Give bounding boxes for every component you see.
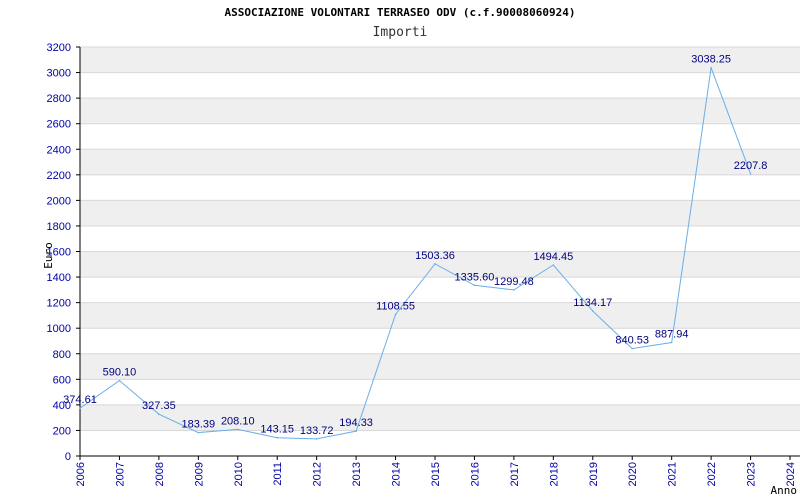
data-point bbox=[631, 347, 634, 350]
x-tick-label: 2016 bbox=[469, 462, 481, 486]
data-label: 143.15 bbox=[260, 424, 294, 436]
y-tick-label: 1400 bbox=[47, 272, 71, 284]
data-point bbox=[118, 379, 121, 382]
data-label: 1335.60 bbox=[455, 271, 495, 283]
plot-band bbox=[80, 149, 800, 175]
data-point bbox=[710, 66, 712, 69]
data-label: 1134.17 bbox=[573, 297, 612, 309]
data-point bbox=[236, 428, 239, 431]
x-tick-label: 2014 bbox=[391, 462, 403, 486]
y-tick-label: 1800 bbox=[47, 221, 71, 233]
y-tick-label: 2800 bbox=[47, 93, 71, 105]
x-tick-label: 2023 bbox=[746, 462, 758, 486]
x-tick-label: 2019 bbox=[588, 462, 600, 486]
plot-band bbox=[80, 353, 800, 380]
y-tick-label: 600 bbox=[53, 374, 71, 386]
y-tick-label: 200 bbox=[53, 425, 71, 437]
data-label: 183.39 bbox=[182, 419, 216, 431]
x-tick-label: 2022 bbox=[706, 462, 718, 486]
data-point bbox=[394, 313, 397, 316]
x-axis-label: Anno bbox=[771, 484, 798, 497]
x-tick-label: 2006 bbox=[75, 462, 87, 486]
x-tick-label: 2013 bbox=[351, 462, 363, 486]
y-tick-label: 3200 bbox=[47, 42, 71, 54]
data-point bbox=[197, 431, 200, 434]
data-label: 194.33 bbox=[339, 417, 373, 429]
data-label: 3038.25 bbox=[691, 54, 731, 66]
x-tick-label: 2015 bbox=[430, 462, 442, 486]
data-label: 1299.48 bbox=[494, 276, 534, 288]
data-label: 133.72 bbox=[300, 425, 334, 437]
x-tick-label: 2012 bbox=[312, 462, 324, 486]
x-tick-label: 2024 bbox=[785, 462, 797, 486]
data-label: 208.10 bbox=[221, 415, 255, 427]
y-tick-label: 2600 bbox=[47, 119, 71, 131]
x-tick-label: 2010 bbox=[233, 462, 245, 486]
y-tick-label: 2000 bbox=[47, 195, 71, 207]
y-tick-label: 0 bbox=[65, 451, 71, 463]
data-label: 1503.36 bbox=[415, 250, 455, 262]
x-tick-label: 2018 bbox=[548, 462, 560, 486]
plot-band bbox=[80, 302, 800, 329]
data-point bbox=[276, 436, 279, 439]
data-point bbox=[513, 289, 515, 291]
data-point bbox=[473, 284, 476, 287]
x-tick-labels: 2006 2007 2008 2009 2010 2011 2012 2013 2014 2015… bbox=[75, 456, 797, 486]
x-tick-label: 2011 bbox=[272, 462, 284, 486]
y-tick-label: 2200 bbox=[47, 170, 71, 182]
data-point bbox=[749, 173, 752, 175]
data-label: 590.10 bbox=[103, 367, 137, 379]
data-label: 840.53 bbox=[615, 335, 649, 347]
x-tick-label: 2021 bbox=[667, 462, 679, 486]
data-label: 887.94 bbox=[655, 329, 689, 341]
data-point bbox=[591, 310, 594, 312]
data-label: 327.35 bbox=[142, 400, 176, 412]
y-tick-label: 2400 bbox=[47, 144, 71, 156]
y-tick-label: 800 bbox=[53, 349, 71, 361]
x-tick-label: 2017 bbox=[509, 462, 521, 486]
data-point bbox=[552, 264, 555, 266]
x-tick-label: 2020 bbox=[627, 462, 639, 486]
x-tick-label: 2007 bbox=[114, 462, 126, 486]
data-label: 1108.55 bbox=[376, 300, 415, 312]
data-point bbox=[158, 413, 160, 415]
data-point bbox=[355, 430, 357, 432]
y-axis-label: Euro bbox=[42, 242, 55, 269]
y-tick-label: 3000 bbox=[47, 68, 71, 80]
data-label: 374.61 bbox=[63, 394, 97, 406]
line-chart: 0200400600800100012001400160018002000220… bbox=[42, 42, 800, 497]
x-tick-label: 2008 bbox=[154, 462, 166, 486]
y-tick-label: 1000 bbox=[47, 323, 71, 335]
data-point bbox=[670, 341, 673, 344]
plot-bands bbox=[80, 47, 800, 431]
data-label: 1494.45 bbox=[533, 251, 573, 263]
data-point bbox=[315, 438, 318, 440]
data-label: 2207.8 bbox=[734, 160, 768, 172]
x-tick-label: 2009 bbox=[193, 462, 205, 486]
y-tick-label: 1200 bbox=[47, 298, 71, 310]
data-point bbox=[79, 407, 81, 409]
data-point bbox=[434, 263, 436, 265]
plot-band bbox=[80, 98, 800, 124]
